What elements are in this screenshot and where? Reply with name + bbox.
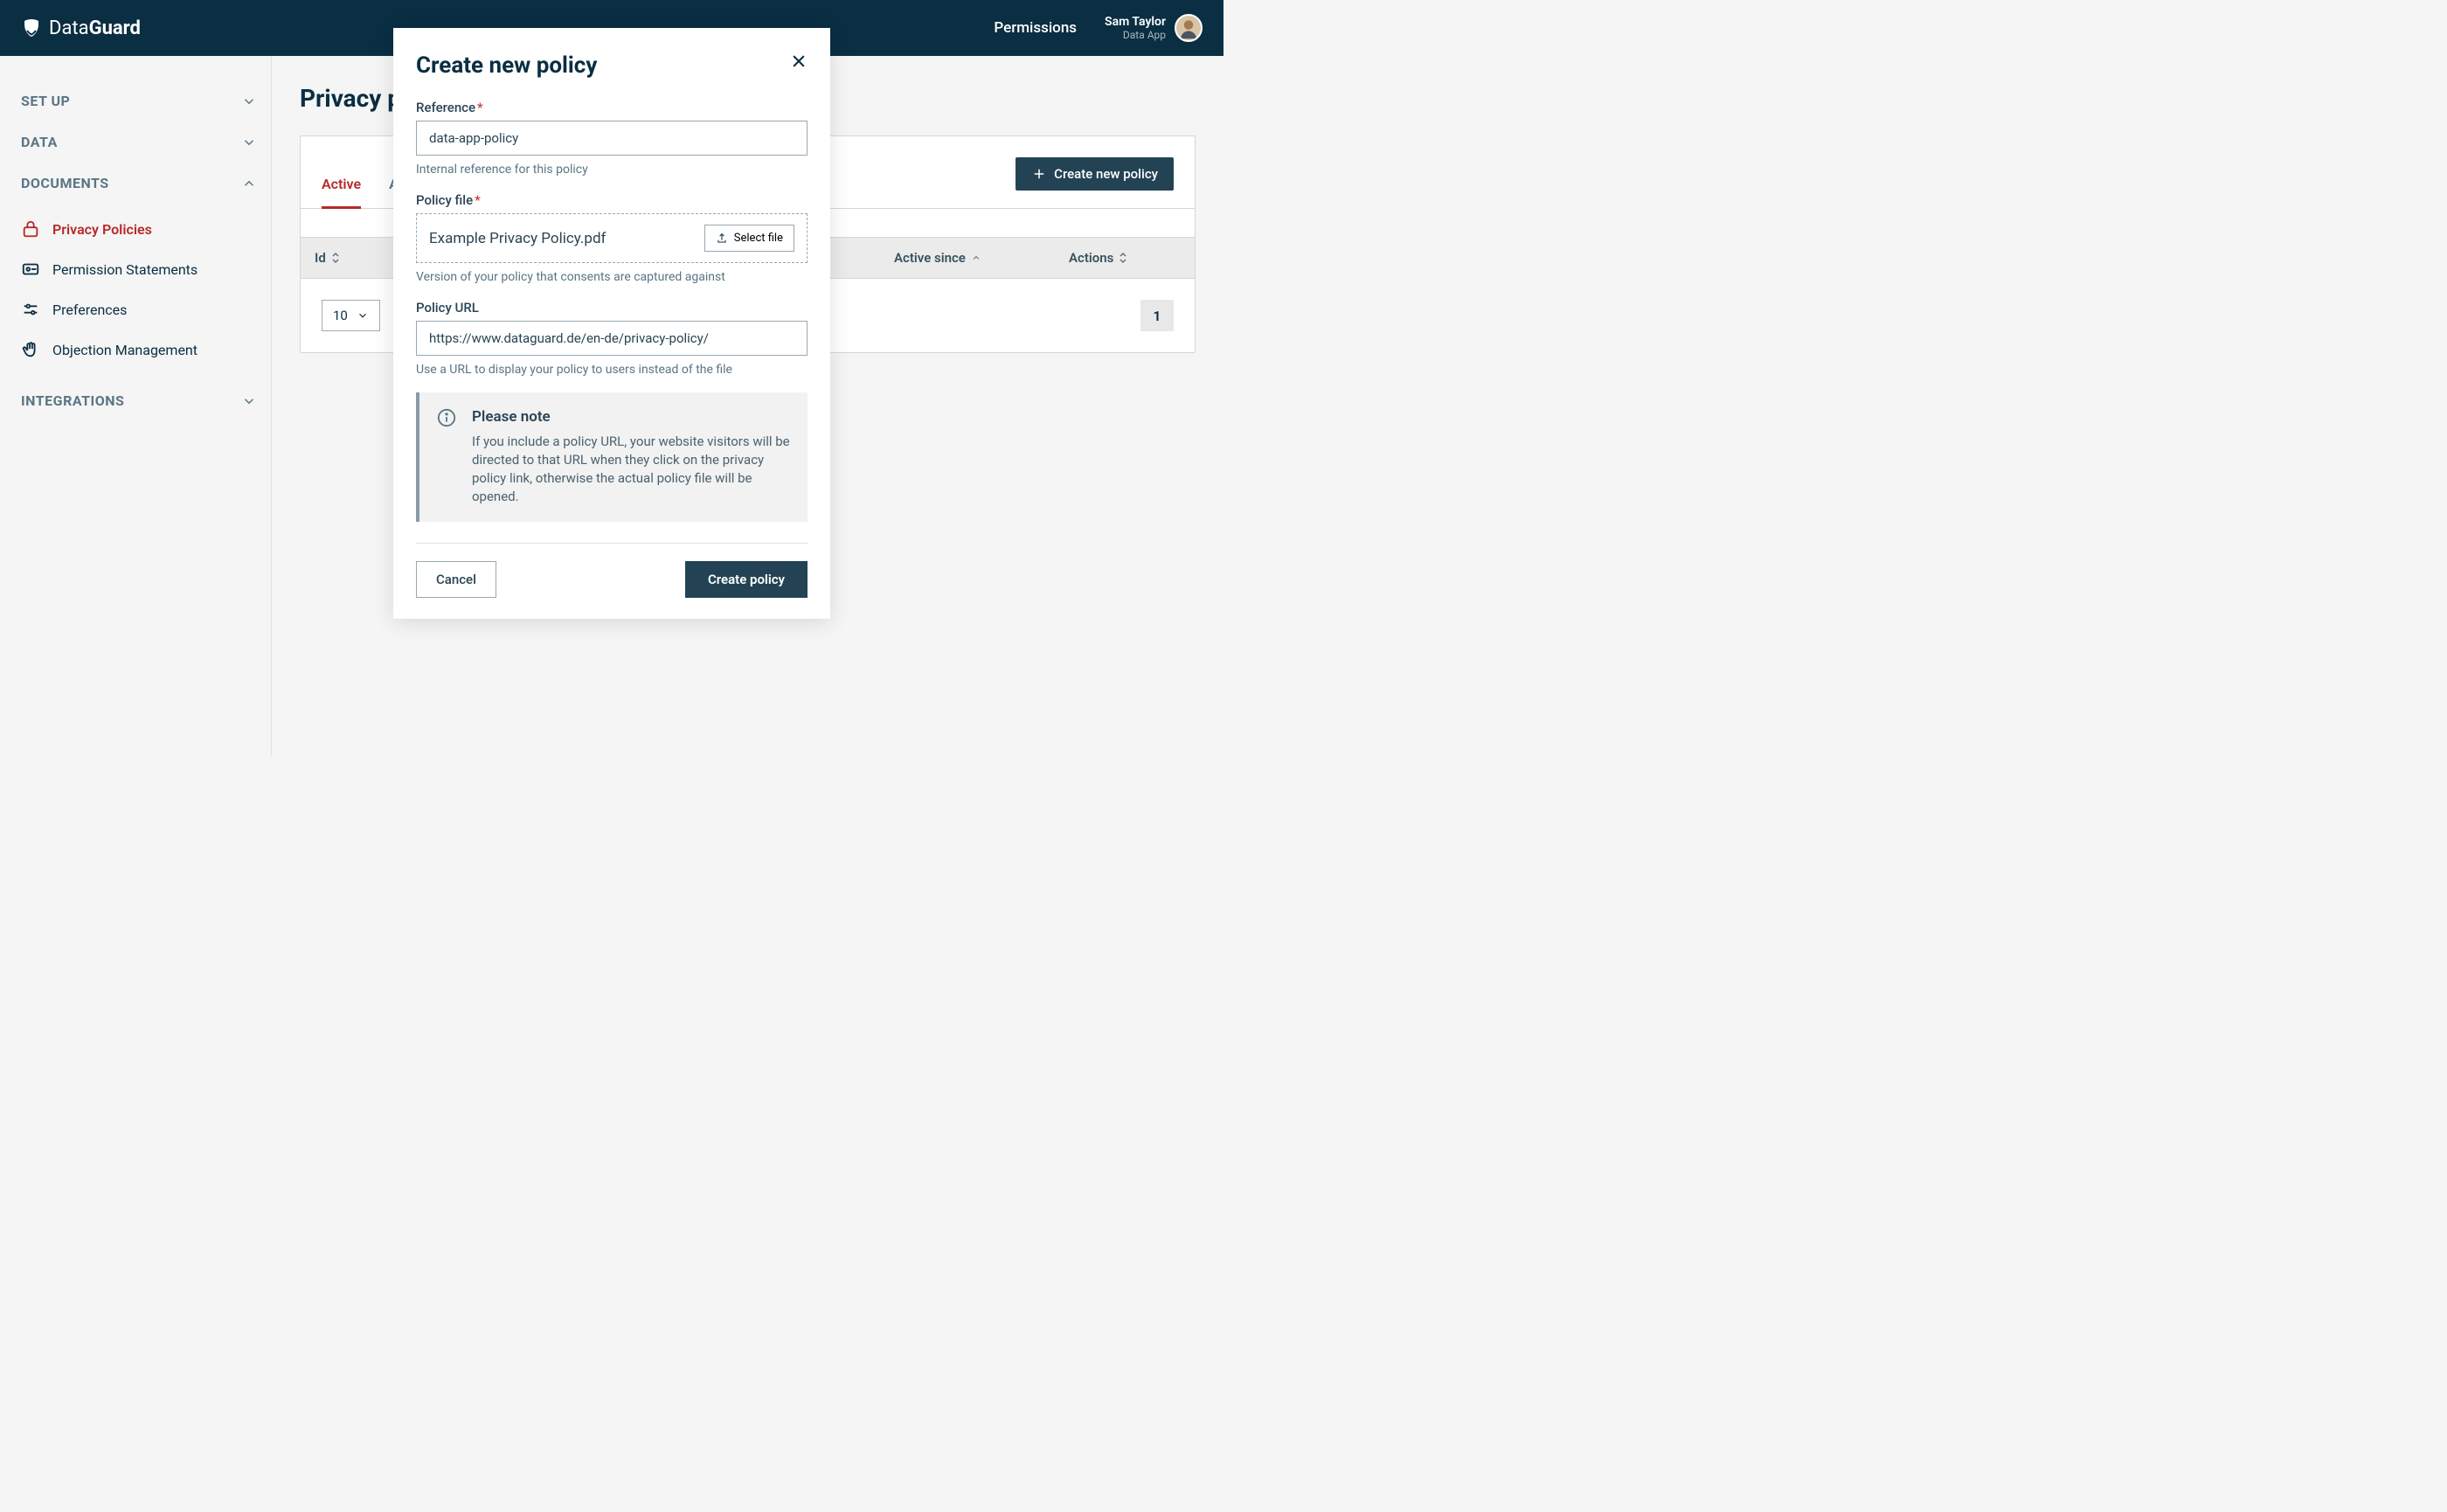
- reference-input[interactable]: [416, 121, 808, 156]
- reference-label: Reference*: [416, 100, 808, 115]
- policy-file-name: Example Privacy Policy.pdf: [429, 230, 606, 247]
- note-text: If you include a policy URL, your websit…: [472, 433, 790, 506]
- create-policy-submit-button[interactable]: Create policy: [685, 561, 808, 598]
- policy-file-help: Version of your policy that consents are…: [416, 270, 808, 284]
- note-box: Please note If you include a policy URL,…: [416, 392, 808, 522]
- divider: [416, 543, 808, 544]
- cancel-button[interactable]: Cancel: [416, 561, 496, 598]
- close-icon[interactable]: [790, 52, 808, 70]
- note-title: Please note: [472, 408, 790, 426]
- modal-overlay: Create new policy Reference* Internal re…: [0, 0, 1224, 756]
- policy-file-dropzone[interactable]: Example Privacy Policy.pdf Select file: [416, 213, 808, 263]
- select-file-label: Select file: [734, 232, 783, 245]
- policy-url-label: Policy URL: [416, 300, 808, 316]
- policy-url-help: Use a URL to display your policy to user…: [416, 363, 808, 377]
- policy-file-label: Policy file*: [416, 192, 808, 208]
- select-file-button[interactable]: Select file: [704, 225, 794, 252]
- upload-icon: [716, 232, 728, 245]
- modal-title: Create new policy: [416, 52, 597, 79]
- info-icon: [437, 408, 456, 427]
- policy-url-input[interactable]: [416, 321, 808, 356]
- reference-help: Internal reference for this policy: [416, 163, 808, 177]
- create-policy-modal: Create new policy Reference* Internal re…: [393, 28, 830, 619]
